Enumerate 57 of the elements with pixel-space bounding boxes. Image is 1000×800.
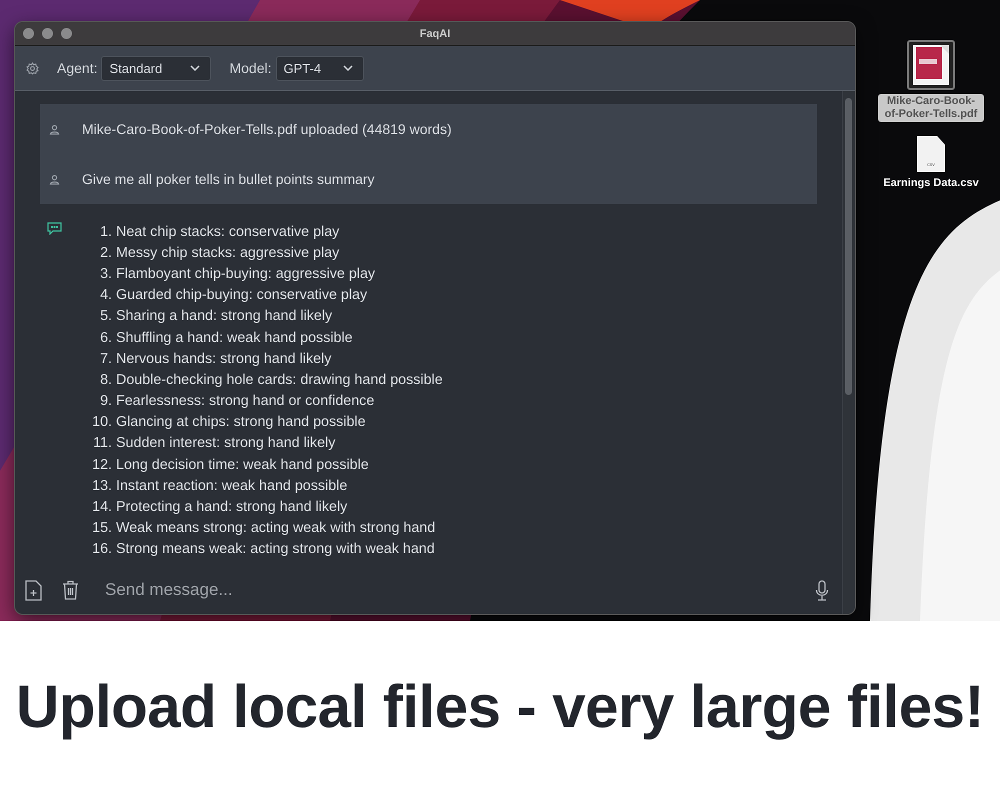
close-button[interactable] <box>23 28 34 39</box>
list-number: 7. <box>99 350 112 367</box>
list-item-text: Nervous hands: strong hand likely <box>116 350 332 367</box>
list-number: 5. <box>99 308 112 324</box>
message-input[interactable]: Send message... <box>103 579 795 601</box>
list-item-text: Guarded chip-buying: conservative play <box>116 287 368 304</box>
agent-label: Agent: <box>57 60 98 76</box>
list-number: 4. <box>99 287 112 304</box>
list-item-text: Flamboyant chip-buying: aggressive play <box>116 266 376 282</box>
zoom-button[interactable] <box>61 28 72 39</box>
list-number: 3. <box>99 266 112 282</box>
scrollbar-thumb[interactable] <box>845 98 852 395</box>
list-number: 1. <box>99 224 112 240</box>
list-number: 15. <box>91 520 112 536</box>
add-file-icon[interactable] <box>25 580 42 600</box>
list-number: 6. <box>99 330 112 346</box>
list-number: 10. <box>91 414 112 430</box>
person-icon <box>49 124 60 134</box>
window-title: FaqAI <box>420 28 450 40</box>
file-name[interactable]: Mike-Caro-Book-of-Poker-Tells.pdf <box>878 94 984 122</box>
caption: Upload local files - very large files! <box>14 672 985 742</box>
person-icon <box>49 174 60 184</box>
list-item-text: Weak means strong: acting weak with strong hand <box>116 520 436 536</box>
list-item-text: Sharing a hand: strong hand likely <box>116 308 332 324</box>
list-number: 13. <box>91 478 112 494</box>
settings-icon[interactable] <box>26 62 39 74</box>
minimize-button[interactable] <box>42 28 53 39</box>
list-item-text: Instant reaction: weak hand possible <box>116 478 348 494</box>
list-number: 14. <box>91 499 112 516</box>
list-item-text: Fearlessness: strong hand or confidence <box>116 393 374 410</box>
list-item-text: Shuffling a hand: weak hand possible <box>116 330 353 346</box>
model-dropdown[interactable]: GPT-4 <box>276 56 364 80</box>
pdf-file-icon[interactable] <box>907 40 955 90</box>
list-number: 9. <box>99 393 112 410</box>
list-item-text: Neat chip stacks: conservative play <box>116 224 340 240</box>
list-item-text: Sudden interest: strong hand likely <box>116 435 336 452</box>
list-item-text: Long decision time: weak hand possible <box>116 456 369 473</box>
list-number: 12. <box>91 456 112 473</box>
list-number: 2. <box>99 244 112 261</box>
file-name[interactable]: Earnings Data.csv <box>880 176 982 191</box>
user-message: Mike-Caro-Book-of-Poker-Tells.pdf uploaded (44819 words) <box>82 121 452 137</box>
user-message: Give me all poker tells in bullet points summary <box>82 171 375 187</box>
list-number: 11. <box>92 435 112 452</box>
list-number: 8. <box>99 372 112 388</box>
chevron-down-icon <box>190 65 200 71</box>
list-item-text: Strong means weak: acting strong with weak hand <box>116 541 435 558</box>
list-number: 16. <box>91 541 112 558</box>
model-label: Model: <box>229 60 272 76</box>
list-item-text: Glancing at chips: strong hand possible <box>116 414 366 430</box>
microphone-icon[interactable] <box>815 580 829 600</box>
agent-dropdown[interactable]: Standard <box>101 56 212 80</box>
list-item-text: Double-checking hole cards: drawing hand possible <box>116 372 443 388</box>
list-item-text: Protecting a hand: strong hand likely <box>116 499 348 516</box>
list-item-text: Messy chip stacks: aggressive play <box>116 244 340 261</box>
chat-bubble-icon <box>47 222 62 235</box>
chevron-down-icon <box>342 65 353 71</box>
trash-icon[interactable] <box>62 580 79 600</box>
